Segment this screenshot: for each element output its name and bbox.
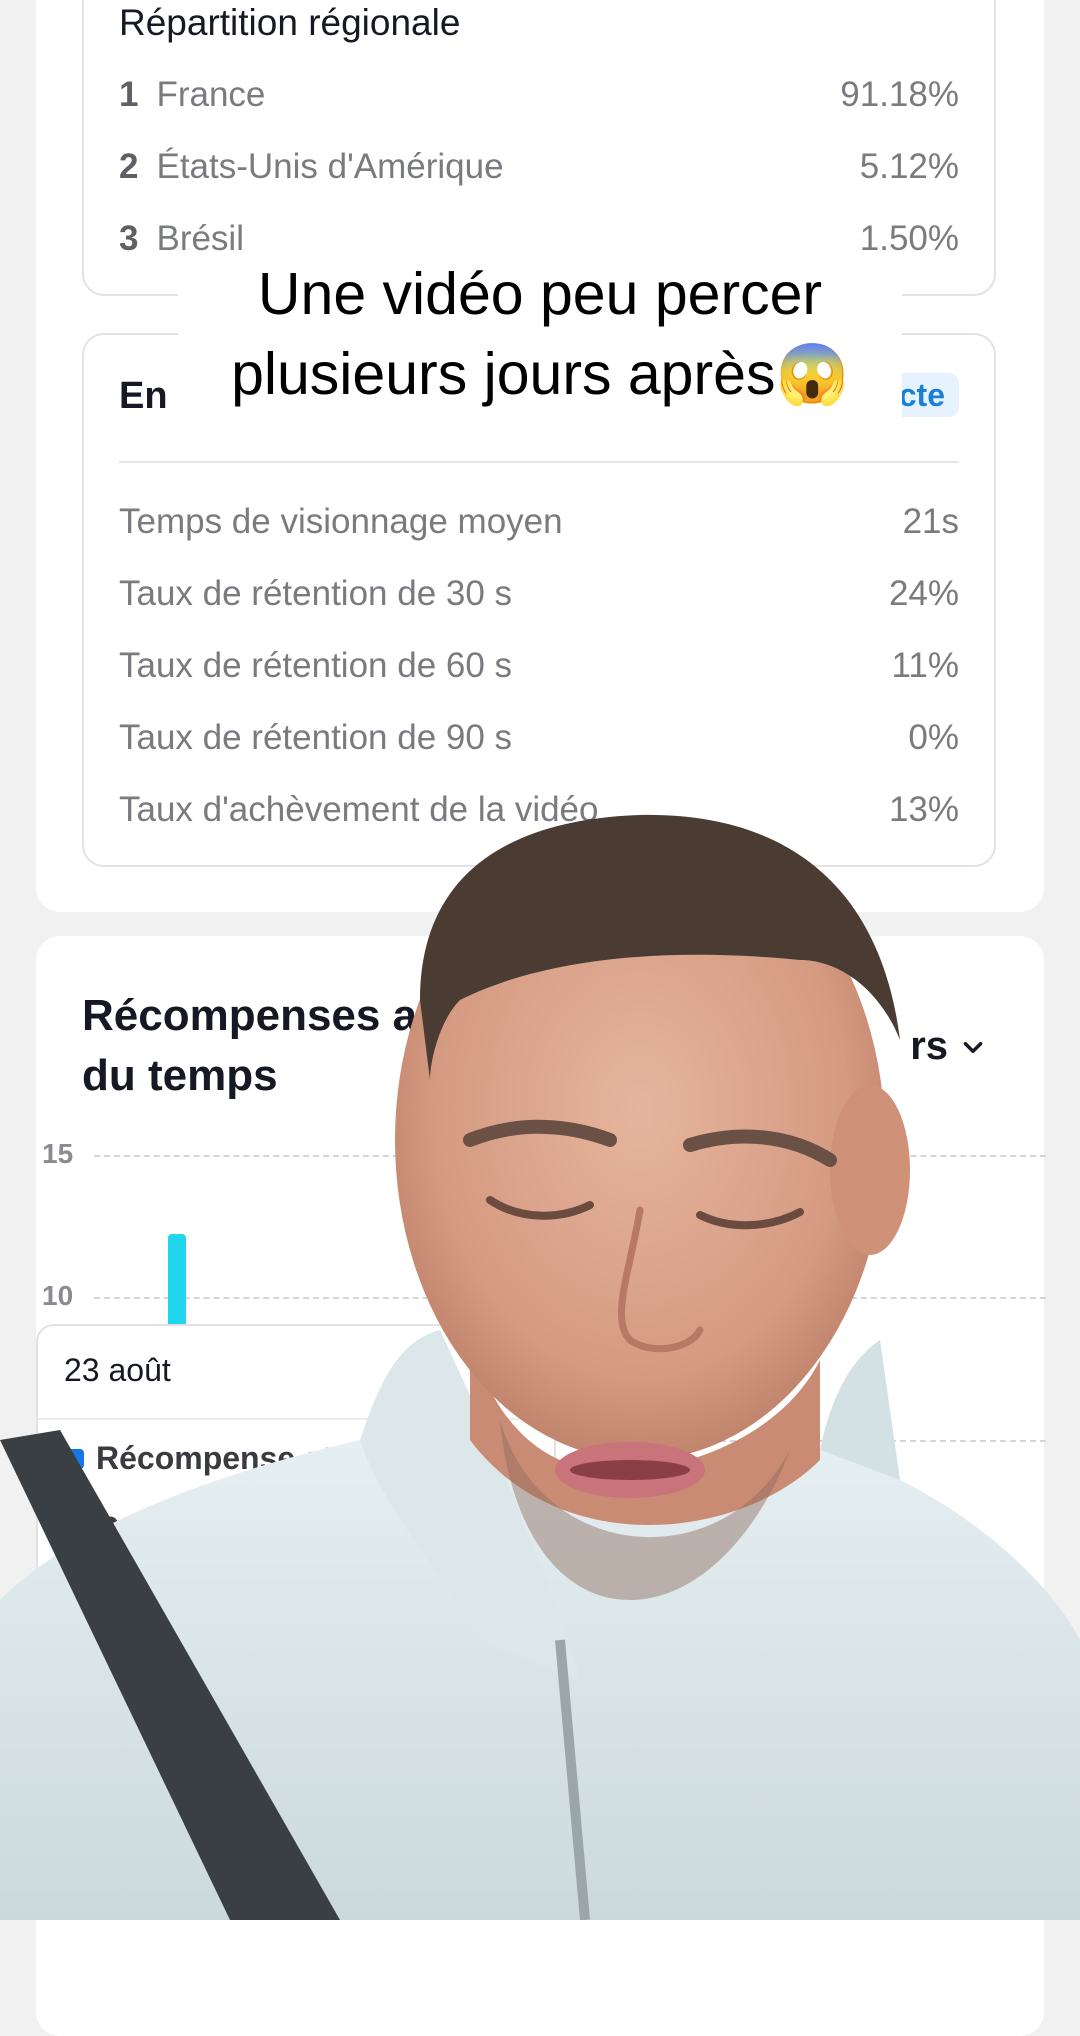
metric-value: 21s (902, 502, 959, 541)
chart-gridline (94, 1297, 1046, 1299)
region-rank: 2 (119, 147, 139, 186)
y-tick-label: 10 (42, 1280, 74, 1311)
region-name: États-Unis d'Amérique (156, 147, 504, 186)
period-label: rs (910, 1024, 948, 1068)
metric-label: Taux d'achèvement de la vidéo (119, 790, 599, 829)
tooltip-divider (38, 1418, 554, 1420)
metric-row: Taux de rétention de 30 s 24% (119, 569, 959, 619)
caption-line-1: Une vidéo peu percer (257, 261, 823, 327)
legend-item: Récompense star (64, 1440, 363, 1477)
region-value: 1.50% (859, 219, 959, 258)
legend-swatch (64, 1448, 84, 1469)
rewards-title: Récompenses a du temps (82, 986, 642, 1106)
metric-label: Temps de visionnage moyen (119, 502, 563, 541)
region-row: 1 France 91.18% (119, 70, 959, 120)
region-rank: 1 (119, 75, 139, 114)
chevron-down-icon (963, 1041, 983, 1053)
engagement-title: En (119, 375, 168, 417)
metric-row: Taux d'achèvement de la vidéo 13% (119, 785, 959, 835)
region-row: 2 États-Unis d'Amérique 5.12% (119, 142, 959, 192)
metric-value: 11% (891, 646, 959, 685)
metric-label: Taux de rétention de 90 s (119, 718, 513, 757)
engagement-divider (119, 461, 959, 463)
region-name: Brésil (156, 219, 244, 258)
regional-distribution-card: Répartition régionale 1 France 91.18% 2 Ét… (82, 0, 996, 296)
period-dropdown[interactable]: rs (910, 1024, 986, 1069)
chart-bar[interactable] (168, 1234, 186, 1326)
metric-label: Taux de rétention de 60 s (119, 646, 513, 685)
y-tick-label: 15 (42, 1138, 74, 1169)
chart-gridline (600, 1440, 1046, 1442)
rewards-title-line1: Récompenses a (82, 991, 418, 1040)
metric-label: Taux de rétention de 30 s (119, 574, 513, 613)
legend-label: Récompense (96, 1510, 296, 1546)
chart-gridline (94, 1155, 1046, 1157)
regional-title: Répartition régionale (119, 2, 461, 43)
video-caption: Une vidéo peu percer plusieurs jours apr… (178, 254, 902, 426)
legend-label: Récompense star (96, 1440, 363, 1476)
region-value: 91.18% (840, 75, 959, 114)
metric-value: 24% (888, 574, 959, 613)
metric-row: Temps de visionnage moyen 21s (119, 497, 959, 547)
metric-row: Taux de rétention de 90 s 0% (119, 713, 959, 763)
chart-tooltip: 23 août Récompense star Récompense (36, 1324, 556, 1624)
metric-row: Taux de rétention de 60 s 11% (119, 641, 959, 691)
caption-line-2: plusieurs jours après😱 (231, 341, 849, 407)
region-rank: 3 (119, 219, 139, 258)
tooltip-date: 23 août (64, 1352, 171, 1388)
legend-item: Récompense (64, 1510, 295, 1547)
region-value: 5.12% (859, 147, 959, 186)
rewards-title-line2: du temps (82, 1051, 278, 1100)
metric-value: 0% (908, 718, 959, 757)
legend-swatch (64, 1518, 84, 1539)
region-name: France (156, 75, 266, 114)
metric-value: 13% (888, 790, 959, 829)
